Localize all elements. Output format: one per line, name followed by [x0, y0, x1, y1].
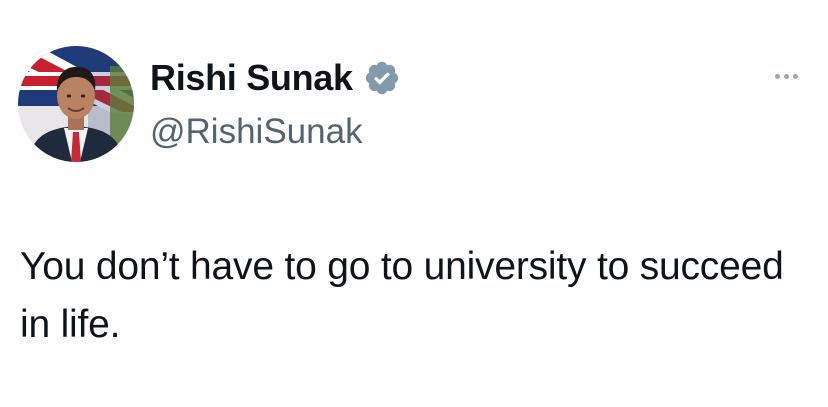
more-dot: [783, 73, 789, 79]
author-handle[interactable]: @RishiSunak: [150, 110, 363, 154]
tweet-card: Rishi Sunak @RishiSunak You don’t have t…: [0, 0, 828, 407]
verified-badge-icon: [363, 59, 401, 97]
more-dot: [774, 73, 780, 79]
author-name-row[interactable]: Rishi Sunak: [150, 56, 401, 100]
more-dot: [792, 73, 798, 79]
tweet-text: You don’t have to go to university to su…: [20, 245, 784, 346]
avatar[interactable]: [18, 46, 134, 162]
avatar-photo-icon: [18, 46, 134, 162]
author-display-name[interactable]: Rishi Sunak: [150, 56, 353, 100]
more-horizontal-icon[interactable]: [768, 64, 804, 88]
